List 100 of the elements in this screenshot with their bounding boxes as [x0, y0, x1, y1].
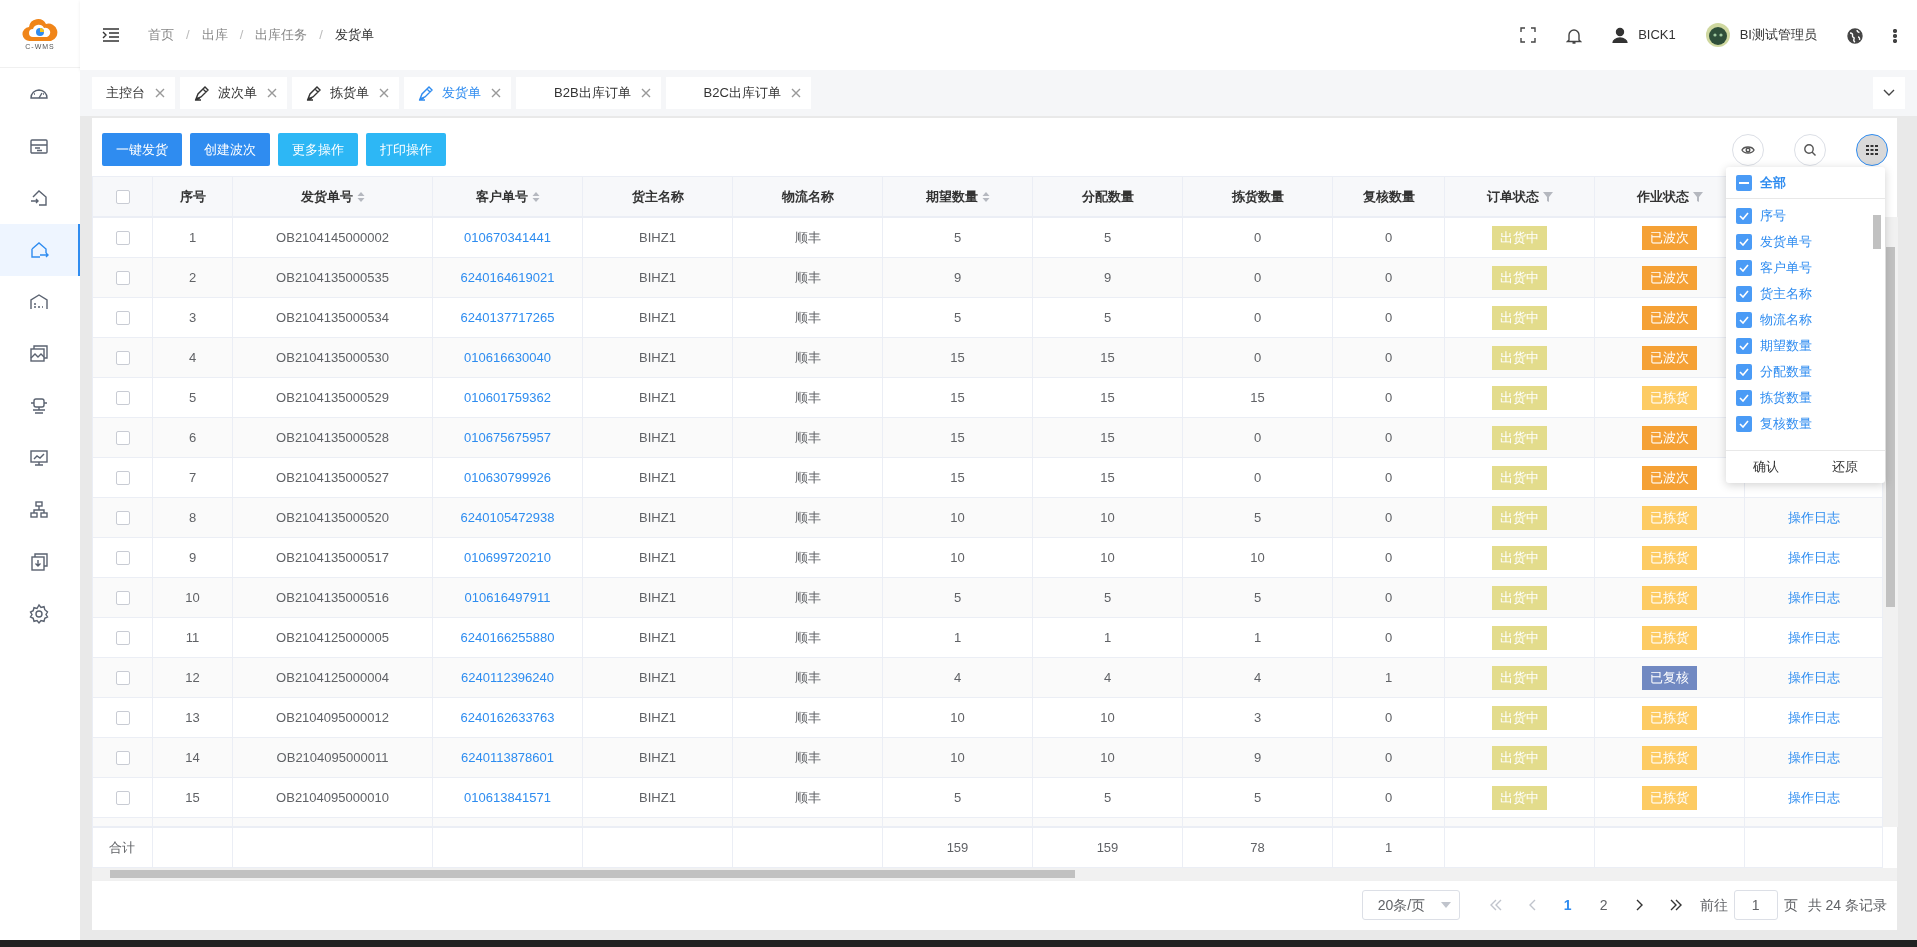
table-cell: 0 — [1253, 229, 1262, 245]
operation-log-link[interactable]: 操作日志 — [1787, 789, 1840, 805]
breadcrumb-link[interactable]: 出库 — [201, 25, 228, 45]
operation-log-link[interactable]: 操作日志 — [1787, 709, 1840, 725]
status-tag: 出货中 — [1492, 465, 1547, 490]
checkbox[interactable] — [1736, 416, 1752, 432]
column-header[interactable]: 订单状态 — [1486, 188, 1539, 204]
table-cell: 10 — [185, 589, 200, 605]
table-cell: OB2104095000010 — [276, 789, 389, 805]
eye-button[interactable] — [1732, 133, 1764, 166]
page-button[interactable]: 1 — [1549, 894, 1586, 916]
row-checkbox[interactable] — [115, 791, 130, 806]
horizontal-scrollbar[interactable] — [92, 868, 1897, 880]
table-cell: BIHZ1 — [639, 549, 676, 565]
row-checkbox[interactable] — [115, 751, 130, 766]
row-checkbox[interactable] — [115, 231, 130, 246]
tab[interactable]: 主控台 — [92, 77, 175, 109]
table-cell: 15 — [950, 389, 965, 405]
checkbox-label[interactable]: 期望数量 — [1760, 336, 1812, 356]
row-checkbox[interactable] — [115, 631, 130, 646]
operation-log-link[interactable]: 操作日志 — [1787, 509, 1840, 525]
checkbox[interactable] — [1736, 208, 1752, 224]
row-checkbox[interactable] — [115, 591, 130, 606]
row-checkbox[interactable] — [115, 190, 130, 205]
table-cell: 5 — [1253, 589, 1262, 605]
checkbox-label[interactable]: 复核数量 — [1760, 414, 1812, 434]
table-cell: 0 — [1253, 309, 1262, 325]
status-tag: 已拣货 — [1642, 505, 1697, 530]
checkbox[interactable] — [1736, 174, 1752, 191]
account-name[interactable]: BI测试管理员 — [1739, 25, 1817, 45]
breadcrumb-link[interactable]: 出库任务 — [255, 25, 308, 45]
checkbox[interactable] — [1736, 260, 1752, 276]
action-button[interactable]: 打印操作 — [366, 133, 446, 166]
table-cell: 0 — [1253, 269, 1262, 285]
table-cell: 15 — [950, 429, 965, 445]
operation-log-link[interactable]: 操作日志 — [1787, 549, 1840, 565]
tabs-dropdown-button[interactable] — [1873, 77, 1905, 109]
checkbox[interactable] — [1736, 390, 1752, 406]
popup-button[interactable]: 还原 — [1826, 457, 1865, 477]
column-header[interactable]: 发货单号 — [300, 188, 353, 204]
checkbox[interactable] — [1736, 312, 1752, 328]
column-header[interactable]: 作业状态 — [1636, 188, 1689, 204]
user-name[interactable]: BICK1 — [1638, 25, 1676, 45]
status-tag: 出货中 — [1492, 305, 1547, 330]
table-cell: 1 — [1384, 669, 1393, 685]
status-tag: 已波次 — [1642, 225, 1697, 250]
breadcrumb-link[interactable]: 首页 — [148, 25, 174, 45]
checkbox-label[interactable]: 拣货数量 — [1760, 388, 1812, 408]
action-button[interactable]: 创建波次 — [190, 133, 270, 166]
operation-log-link[interactable]: 操作日志 — [1787, 589, 1840, 605]
minus-icon — [1739, 181, 1749, 184]
operation-log-link[interactable]: 操作日志 — [1787, 749, 1840, 765]
status-tag: 已拣货 — [1642, 745, 1697, 770]
checkbox-label[interactable]: 客户单号 — [1760, 258, 1812, 278]
page-size-select[interactable]: 20条/页 — [1361, 890, 1460, 921]
tab[interactable]: B2B出库订单 — [516, 77, 661, 109]
row-checkbox[interactable] — [115, 711, 130, 726]
page-button[interactable]: 2 — [1585, 894, 1622, 916]
checkbox-label[interactable]: 序号 — [1760, 206, 1786, 226]
check-icon — [1739, 368, 1749, 376]
search-button[interactable] — [1794, 133, 1826, 166]
row-checkbox[interactable] — [115, 351, 130, 366]
arrow-out-house-icon — [28, 239, 50, 261]
operation-log-link[interactable]: 操作日志 — [1787, 669, 1840, 685]
action-button[interactable]: 更多操作 — [278, 133, 358, 166]
checkbox[interactable] — [1736, 286, 1752, 302]
operation-log-link[interactable]: 操作日志 — [1787, 629, 1840, 645]
row-checkbox[interactable] — [115, 391, 130, 406]
table-cell: BIHZ1 — [639, 469, 676, 485]
row-checkbox[interactable] — [115, 271, 130, 286]
table-cell: 10 — [950, 549, 965, 565]
column-header[interactable]: 期望数量 — [925, 188, 978, 204]
checkbox-label[interactable]: 分配数量 — [1760, 362, 1812, 382]
popup-button[interactable]: 确认 — [1746, 457, 1785, 477]
total-records: 共 24 条记录 — [1807, 895, 1887, 915]
tab[interactable]: 发货单 — [404, 77, 511, 109]
checkbox[interactable] — [1736, 234, 1752, 250]
row-checkbox[interactable] — [115, 471, 130, 486]
tab[interactable]: 波次单 — [180, 77, 287, 109]
checkbox-label[interactable]: 货主名称 — [1760, 284, 1812, 304]
checkbox-label[interactable]: 物流名称 — [1760, 310, 1812, 330]
tab[interactable]: 拣货单 — [292, 77, 399, 109]
column-header: 分配数量 — [1081, 188, 1134, 204]
column-header[interactable]: 客户单号 — [475, 188, 528, 204]
row-checkbox[interactable] — [115, 671, 130, 686]
checkbox-label[interactable]: 发货单号 — [1760, 232, 1812, 252]
page-input[interactable]: 1 — [1733, 890, 1778, 921]
checkbox[interactable] — [1736, 338, 1752, 354]
checkbox[interactable] — [1736, 364, 1752, 380]
table-cell: OB2104135000535 — [276, 269, 389, 285]
checkbox-label[interactable]: 全部 — [1760, 172, 1786, 193]
tab[interactable]: B2C出库订单 — [665, 77, 811, 109]
row-checkbox[interactable] — [115, 511, 130, 526]
row-checkbox[interactable] — [115, 311, 130, 326]
action-button[interactable]: 一键发货 — [102, 133, 182, 166]
vertical-scrollbar[interactable] — [1883, 217, 1898, 827]
row-checkbox[interactable] — [115, 551, 130, 566]
sidebar-item[interactable] — [0, 224, 80, 276]
row-checkbox[interactable] — [115, 431, 130, 446]
column-settings-button[interactable] — [1856, 133, 1888, 166]
